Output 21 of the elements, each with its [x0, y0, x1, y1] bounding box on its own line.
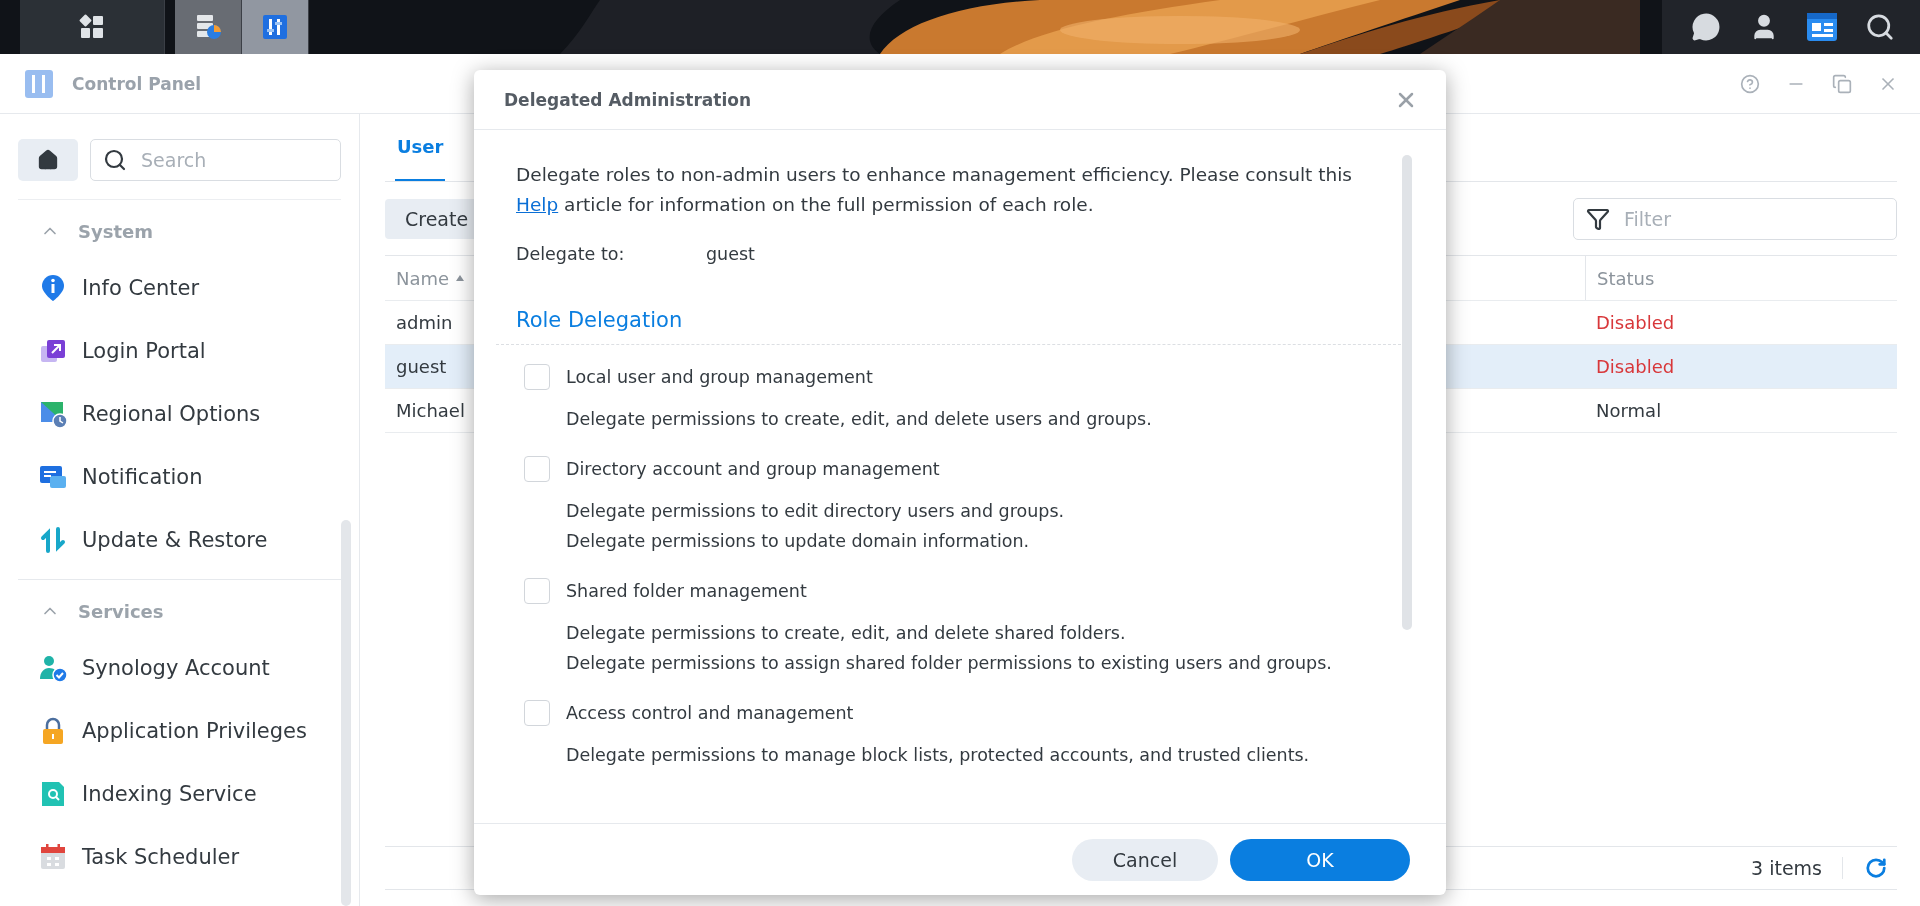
role-description: Delegate permissions to create, edit, and delete users and groups. [566, 408, 1153, 431]
role-description: Delegate permissions to update domain information. [566, 530, 1031, 553]
role-description: Delegate permissions to assign shared folder permissions to existing users and groups. [566, 652, 1333, 675]
role-description: Delegate permissions to manage block lists, protected accounts, and trusted clients. [566, 744, 1311, 767]
item-count: 3 items [1751, 857, 1843, 879]
role-description: Delegate permissions to create, edit, and delete shared folders. [566, 622, 1127, 645]
section-heading: Role Delegation [516, 308, 683, 332]
role-description: Delegate permissions to edit directory users and groups. [566, 500, 1066, 523]
field-label: Delegate to: [516, 244, 626, 264]
status-cell: Disabled [1596, 312, 1675, 333]
table-cell: Michael [396, 400, 465, 421]
dialog-title: Delegated Administration [504, 89, 751, 110]
status-cell: Normal [1596, 400, 1662, 421]
table-cell: admin [396, 312, 453, 333]
field-value: guest [706, 244, 755, 264]
status-cell: Disabled [1596, 356, 1675, 377]
section-title: System [78, 220, 153, 242]
table-cell: guest [396, 356, 447, 377]
intro-text: Delegate roles to non-admin users to enhance management efficiency. Please consult this Help article for information on the full permission of each role. [516, 163, 1353, 217]
window-title: Control Panel [72, 73, 202, 94]
section-title: Services [78, 600, 164, 622]
